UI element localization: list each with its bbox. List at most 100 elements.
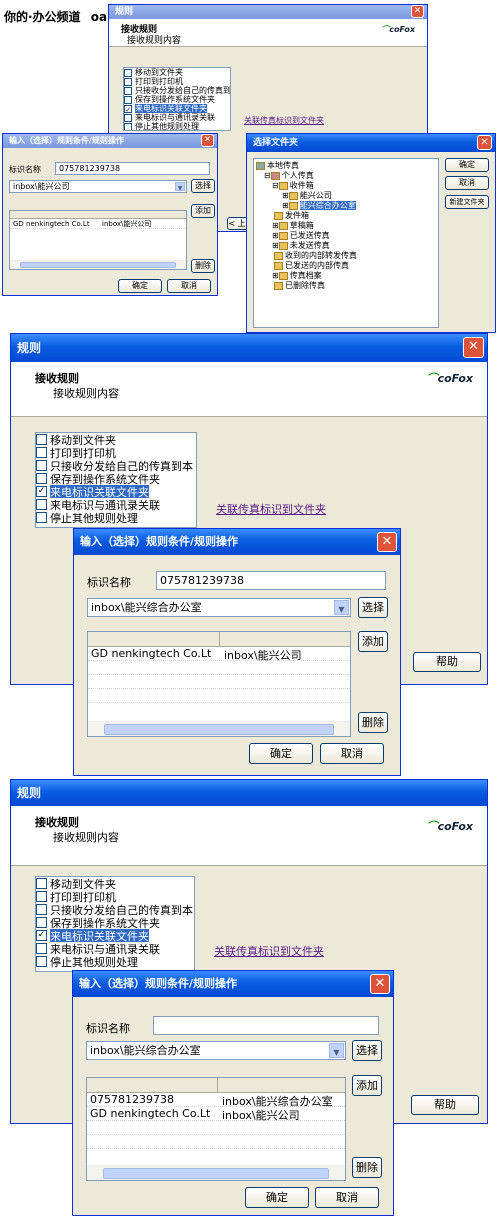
table-row[interactable]: 075781239738 inbox\能兴综合办公室 [87, 1093, 345, 1108]
row-folder: inbox\能兴公司 [102, 220, 152, 228]
rule-window-close-icon[interactable]: ✕ [411, 5, 424, 18]
option-self-only[interactable]: 只接收分发给自己的传真到本 [36, 903, 194, 916]
link-callerid-folder[interactable]: 关联传真标识到文件夹 [216, 501, 326, 517]
tree-node[interactable]: ⊞ 能兴公司 [256, 191, 436, 201]
rule-options-list: 移动到文件夹 打印到打印机 只接收分发给自己的传真到本 保存到操作系统文件夹 ✓… [123, 67, 231, 131]
option-callerid-folder[interactable]: ✓ 来电标识关联文件夹 [36, 929, 194, 942]
folder-select[interactable]: inbox\能兴综合办公室 ▼ [86, 1041, 346, 1060]
tree-node[interactable]: ⊞ 草稿箱 [256, 221, 436, 231]
option-save-os[interactable]: 保存到操作系统文件夹 [36, 472, 196, 485]
condition-dialog-close-icon[interactable]: ✕ [370, 974, 390, 994]
option-callerid-contacts[interactable]: 来电标识与通讯录关联 [124, 113, 230, 122]
table-row[interactable]: GD nenkingtech Co.Lt inbox\能兴公司 [88, 647, 350, 662]
tree-node[interactable]: ⊟ 收件箱 [256, 181, 436, 191]
help-button[interactable]: 帮助 [411, 1095, 479, 1115]
folder-dialog-titlebar: 选择文件夹 [247, 134, 495, 152]
rule-options-list: 移动到文件夹 打印到打印机 只接收分发给自己的传真到本 保存到操作系统文件夹 ✓… [35, 876, 195, 972]
table-row[interactable]: GD nenkingtech Co.Lt inbox\能兴公司 [87, 1107, 345, 1122]
folder-select[interactable]: inbox\能兴公司 ▼ [9, 180, 187, 193]
new-folder-button[interactable]: 新建文件夹 [445, 195, 489, 209]
option-stop[interactable]: 停止其他规则处理 [36, 955, 194, 968]
option-callerid-contacts[interactable]: 来电标识与通讯录关联 [36, 942, 194, 955]
condition-dialog: 输入（选择）规则条件/规则操作 ✕ 标识名称 075781239738 inbo… [73, 528, 401, 776]
condition-dialog-close-icon[interactable]: ✕ [201, 134, 214, 147]
option-callerid-folder[interactable]: ✓ 来电标识关联文件夹 [124, 104, 230, 113]
watermark-site: 你的·办公频道 [4, 10, 81, 24]
id-input[interactable] [153, 1016, 379, 1035]
tree-node[interactable]: 已发送的内部传真 [256, 261, 436, 271]
tree-node[interactable]: ⊞ 传真档案 [256, 271, 436, 281]
tree-node[interactable]: 发件箱 [256, 211, 436, 221]
cancel-button[interactable]: 取消 [320, 743, 384, 764]
cancel-button[interactable]: 取消 [315, 1187, 379, 1208]
ok-button[interactable]: 确定 [245, 1187, 309, 1208]
link-callerid-folder[interactable]: 关联传真标识到文件夹 [214, 943, 324, 959]
add-button[interactable]: 添加 [352, 1075, 382, 1096]
folder-ok-button[interactable]: 确定 [445, 158, 489, 172]
option-stop[interactable]: 停止其他规则处理 [36, 511, 196, 524]
option-self-only[interactable]: 只接收分发给自己的传真到本 [36, 459, 196, 472]
option-move[interactable]: 移动到文件夹 [36, 433, 196, 446]
chevron-down-icon[interactable]: ▼ [329, 1043, 344, 1058]
condition-dialog-title: 输入（选择）规则条件/规则操作 [80, 535, 239, 548]
select-button[interactable]: 选择 [358, 597, 388, 618]
delete-button[interactable]: 删除 [191, 259, 215, 273]
rule-heading: 接收规则 [35, 372, 79, 385]
ok-button[interactable]: 确定 [118, 279, 162, 293]
option-print[interactable]: 打印到打印机 [36, 446, 196, 459]
horizontal-scrollbar[interactable] [10, 260, 186, 269]
option-move[interactable]: 移动到文件夹 [36, 877, 194, 890]
folder-dialog-close-icon[interactable]: ✕ [477, 135, 492, 150]
rule-subheading: 接收规则内容 [53, 831, 119, 844]
option-print[interactable]: 打印到打印机 [36, 890, 194, 903]
folder-dialog-title: 选择文件夹 [253, 138, 299, 148]
option-callerid-folder[interactable]: ✓ 来电标识关联文件夹 [36, 485, 196, 498]
link-callerid-folder[interactable]: 关联传真标识到文件夹 [244, 115, 324, 126]
tree-node[interactable]: ⊞ 未发送传真 [256, 241, 436, 251]
add-button[interactable]: 添加 [358, 631, 388, 652]
option-callerid-contacts[interactable]: 来电标识与通讯录关联 [36, 498, 196, 511]
select-button[interactable]: 选择 [352, 1040, 382, 1061]
table-row[interactable]: GD nenkingtech Co.Lt inbox\能兴公司 [10, 219, 186, 229]
delete-button[interactable]: 删除 [358, 712, 388, 733]
rule-subheading: 接收规则内容 [53, 387, 119, 400]
mapping-list: GD nenkingtech Co.Lt inbox\能兴公司 [9, 210, 187, 270]
select-button[interactable]: 选择 [191, 179, 215, 193]
rule-window-titlebar: 规则 [11, 780, 487, 806]
option-self-only[interactable]: 只接收分发给自己的传真到本 [124, 86, 230, 95]
table-row-empty [88, 675, 350, 689]
horizontal-scrollbar[interactable] [88, 721, 350, 736]
chevron-down-icon[interactable]: ▼ [334, 600, 349, 615]
table-row-empty [88, 689, 350, 703]
rule-window-header: 接收规则 接收规则内容 ⌒coFox [11, 806, 487, 866]
cancel-button[interactable]: 取消 [167, 279, 211, 293]
condition-dialog-close-icon[interactable]: ✕ [377, 532, 397, 552]
row-name: GD nenkingtech Co.Lt [90, 1107, 211, 1120]
option-print[interactable]: 打印到打印机 [124, 77, 230, 86]
tree-node[interactable]: 收到的内部转发传真 [256, 251, 436, 261]
tree-node[interactable]: ⊟ 个人传真 [256, 171, 436, 181]
help-button[interactable]: 帮助 [413, 652, 481, 672]
chevron-down-icon[interactable]: ▼ [175, 182, 185, 192]
condition-dialog-2: 输入（选择）规则条件/规则操作 ✕ 标识名称 inbox\能兴综合办公室 ▼ 选… [72, 970, 394, 1216]
option-save-os[interactable]: 保存到操作系统文件夹 [124, 95, 230, 104]
condition-dialog-title: 输入（选择）规则条件/规则操作 [79, 977, 238, 990]
tree-node[interactable]: 本地传真 [256, 161, 436, 171]
option-save-os[interactable]: 保存到操作系统文件夹 [36, 916, 194, 929]
id-input[interactable]: 075781239738 [55, 162, 210, 175]
option-stop[interactable]: 停止其他规则处理 [124, 122, 230, 130]
option-move[interactable]: 移动到文件夹 [124, 68, 230, 77]
add-button[interactable]: 添加 [191, 204, 215, 218]
folder-cancel-button[interactable]: 取消 [445, 176, 489, 190]
tree-node[interactable]: ⊞ 已发送传真 [256, 231, 436, 241]
horizontal-scrollbar[interactable] [87, 1165, 345, 1180]
rule-window-close-icon[interactable]: ✕ [463, 337, 484, 358]
folder-select[interactable]: inbox\能兴综合办公室 ▼ [87, 598, 351, 617]
folder-select-value: inbox\能兴公司 [13, 182, 70, 191]
id-input[interactable]: 075781239738 [156, 571, 386, 590]
tree-node[interactable]: 已删除传真 [256, 281, 436, 291]
delete-button[interactable]: 删除 [352, 1157, 382, 1178]
rule-window-header: 接收规则 接收规则内容 ⌒coFox [109, 19, 427, 47]
ok-button[interactable]: 确定 [249, 743, 313, 764]
tree-node-selected[interactable]: ⊞ 能兴综合办公室 [256, 201, 436, 211]
